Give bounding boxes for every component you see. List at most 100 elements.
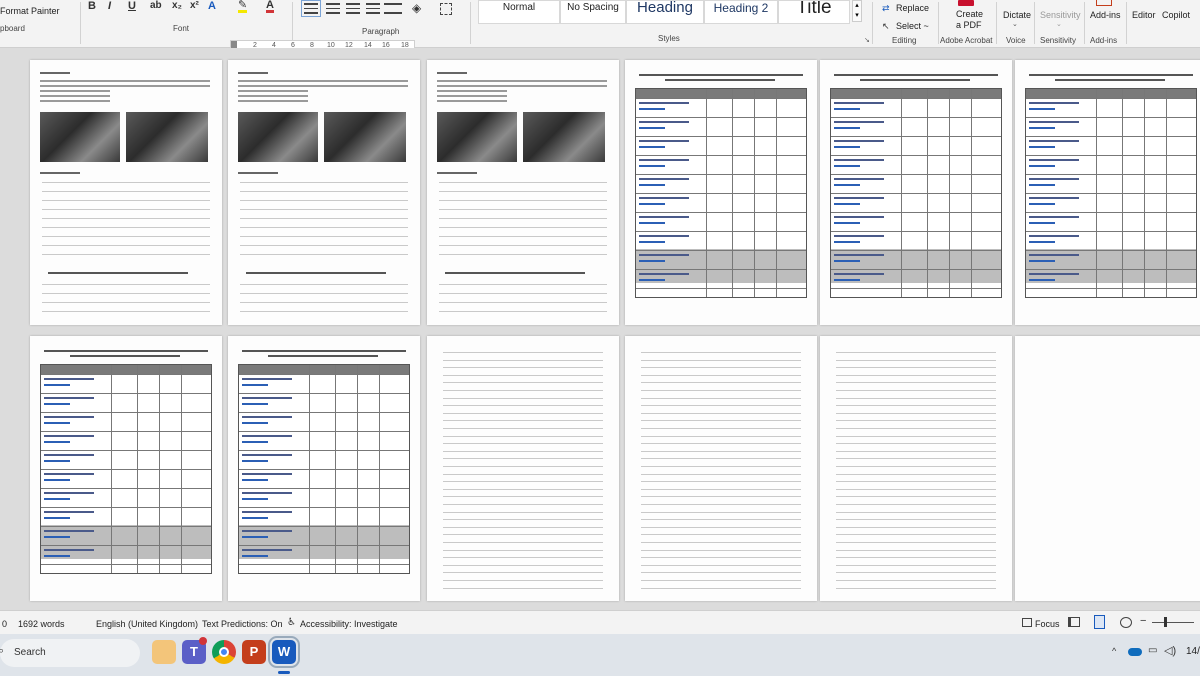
question-text xyxy=(834,235,884,237)
subscript-button[interactable]: x₂ xyxy=(172,0,182,11)
document-page[interactable] xyxy=(1015,336,1200,601)
show-hidden-icons-icon[interactable]: ^ xyxy=(1112,646,1116,656)
dictate-dropdown-icon[interactable]: ⌄ xyxy=(1012,20,1018,28)
document-page[interactable] xyxy=(820,336,1012,601)
align-right-icon[interactable] xyxy=(346,3,360,14)
sensitivity-dropdown-icon[interactable]: ⌄ xyxy=(1056,20,1062,28)
style-heading-2[interactable]: Heading 2 xyxy=(704,0,778,24)
superscript-button[interactable]: x² xyxy=(190,0,199,11)
question-text xyxy=(834,121,884,123)
powerpoint-icon[interactable]: P xyxy=(242,640,266,664)
create-pdf-label-1[interactable]: Create xyxy=(956,9,983,19)
document-page[interactable] xyxy=(30,60,222,325)
body-text-line xyxy=(40,95,110,97)
writing-line xyxy=(240,218,408,219)
styles-dialog-launcher-icon[interactable]: ↘ xyxy=(864,36,870,44)
justify-icon[interactable] xyxy=(366,3,380,14)
volume-icon[interactable]: ◁) xyxy=(1164,644,1176,657)
document-page[interactable] xyxy=(625,336,817,601)
focus-button[interactable]: Focus xyxy=(1035,619,1060,629)
align-left-icon[interactable] xyxy=(301,0,321,17)
print-layout-icon[interactable] xyxy=(1094,615,1105,629)
document-page[interactable] xyxy=(820,60,1012,325)
question-text xyxy=(242,511,292,513)
table-row xyxy=(1026,155,1196,156)
web-layout-icon[interactable] xyxy=(1120,617,1132,628)
taskbar-search-box[interactable]: ⌕ Search xyxy=(0,639,140,667)
document-page[interactable] xyxy=(1015,60,1200,325)
file-explorer-icon[interactable] xyxy=(152,640,176,664)
style-heading[interactable]: Heading xyxy=(626,0,704,24)
writing-line xyxy=(439,311,607,312)
read-mode-icon[interactable] xyxy=(1068,617,1080,627)
body-text-line xyxy=(238,80,408,82)
translate-link-text xyxy=(1029,127,1055,129)
document-page[interactable] xyxy=(427,60,619,325)
onedrive-icon[interactable] xyxy=(1128,648,1142,656)
select-button[interactable]: Select ~ xyxy=(896,21,929,31)
translate-link-text xyxy=(639,260,665,262)
writing-line xyxy=(443,481,603,483)
format-painter-button[interactable]: Format Painter xyxy=(0,6,60,16)
style-no-spacing[interactable]: No Spacing xyxy=(560,0,626,24)
copilot-button[interactable]: Copilot xyxy=(1162,10,1190,20)
writing-line xyxy=(836,412,996,414)
document-page[interactable] xyxy=(228,60,420,325)
table-row xyxy=(41,545,211,546)
text-predictions-status[interactable]: Text Predictions: On xyxy=(202,619,283,629)
practice-table xyxy=(238,364,410,574)
underline-button[interactable]: U xyxy=(128,0,136,12)
table-row xyxy=(831,269,1001,270)
zoom-slider-thumb[interactable] xyxy=(1164,617,1167,627)
table-row xyxy=(41,393,211,394)
table-row xyxy=(636,269,806,270)
replace-button[interactable]: Replace xyxy=(896,3,929,13)
highlight-button[interactable]: ✎ xyxy=(238,0,248,13)
editor-button[interactable]: Editor xyxy=(1132,10,1156,20)
document-page[interactable] xyxy=(228,336,420,601)
style-title[interactable]: Title xyxy=(778,0,850,24)
document-page[interactable] xyxy=(30,336,222,601)
left-indent-marker-icon[interactable] xyxy=(231,41,237,48)
line-spacing-icon[interactable] xyxy=(384,3,402,14)
italic-button[interactable]: I xyxy=(108,0,111,12)
borders-icon[interactable] xyxy=(440,3,452,15)
document-page[interactable] xyxy=(625,60,817,325)
chrome-icon[interactable] xyxy=(212,640,236,664)
align-center-icon[interactable] xyxy=(326,3,340,14)
writing-line xyxy=(240,200,408,201)
status-bar: 0 1692 words English (United Kingdom) Te… xyxy=(0,610,1200,634)
clock[interactable]: 14/ xyxy=(1186,646,1200,657)
styles-scroll-up-icon[interactable]: ▴ ▾ xyxy=(852,0,862,22)
body-text-line xyxy=(437,100,507,102)
shading-icon[interactable]: ◈ xyxy=(412,1,428,15)
instruction-text xyxy=(1055,79,1165,81)
language-indicator[interactable]: English (United Kingdom) xyxy=(96,619,198,629)
style-normal[interactable]: Normal xyxy=(478,0,560,24)
zoom-out-icon[interactable]: − xyxy=(1140,615,1146,627)
document-canvas[interactable] xyxy=(0,48,1200,610)
strikethrough-button[interactable]: ab xyxy=(150,0,162,11)
create-pdf-label-2[interactable]: a PDF xyxy=(956,20,982,30)
dictate-button[interactable]: Dictate xyxy=(1003,10,1031,20)
accessibility-status[interactable]: Accessibility: Investigate xyxy=(300,619,398,629)
replace-icon: ⇄ xyxy=(882,3,890,13)
word-count[interactable]: 1692 words xyxy=(18,619,65,629)
body-text-line xyxy=(437,95,507,97)
writing-line xyxy=(836,511,996,513)
font-color-button[interactable]: A xyxy=(266,0,274,13)
bold-button[interactable]: B xyxy=(88,0,96,12)
text-effects-button[interactable]: A xyxy=(208,0,216,12)
instruction-text xyxy=(268,355,378,357)
word-icon[interactable]: W xyxy=(268,636,300,668)
sensitivity-button[interactable]: Sensitivity xyxy=(1040,10,1081,20)
document-page[interactable] xyxy=(427,336,619,601)
page-indicator[interactable]: 0 xyxy=(2,619,7,629)
font-group-label: Font xyxy=(173,24,190,33)
network-icon[interactable]: ▭ xyxy=(1148,645,1157,656)
addins-button[interactable]: Add-ins xyxy=(1090,10,1121,20)
question-text xyxy=(1029,273,1079,275)
writing-line xyxy=(443,428,603,429)
zoom-slider[interactable] xyxy=(1152,622,1194,623)
writing-line xyxy=(836,481,996,483)
